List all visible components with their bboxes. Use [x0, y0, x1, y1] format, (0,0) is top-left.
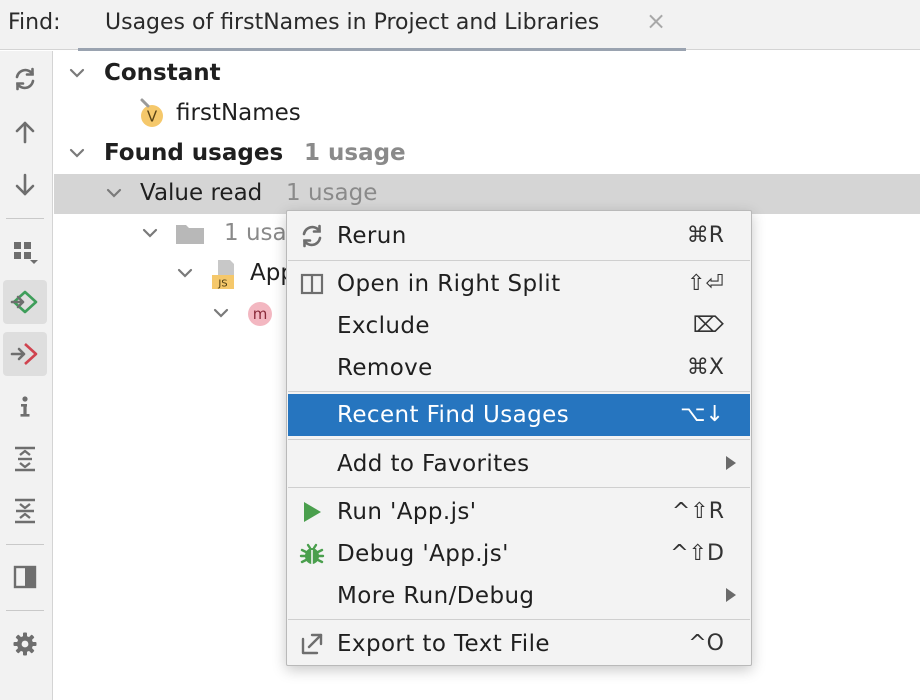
menu-item-recent-find-usages[interactable]: Recent Find Usages ⌥↓ — [288, 394, 750, 436]
menu-item-label: Export to Text File — [337, 631, 550, 657]
menu-item-export-to-text-file[interactable]: Export to Text File ^O — [288, 623, 750, 665]
constant-label: Constant — [104, 60, 221, 86]
variable-name: firstNames — [176, 100, 301, 126]
find-tool-window-header: Find: Usages of firstNames in Project an… — [0, 0, 920, 51]
write-access-icon — [10, 343, 38, 365]
previous-occurrence-button[interactable] — [3, 110, 47, 154]
refresh-icon — [302, 224, 322, 248]
chevron-down-icon[interactable] — [67, 63, 87, 83]
rerun-button[interactable] — [3, 57, 47, 101]
collapse-all-icon — [15, 498, 35, 524]
menu-item-label: Run 'App.js' — [337, 499, 477, 525]
show-write-access-button[interactable] — [3, 332, 47, 376]
method-icon: m — [248, 302, 272, 326]
chevron-down-icon[interactable] — [67, 143, 87, 163]
close-icon[interactable]: × — [646, 7, 666, 35]
submenu-arrow-icon — [726, 588, 736, 602]
group-by-icon — [14, 242, 38, 264]
gear-icon — [13, 632, 37, 656]
menu-separator — [288, 619, 750, 620]
tree-node-constant[interactable]: Constant — [54, 54, 920, 94]
settings-button[interactable] — [3, 622, 47, 666]
menu-separator — [288, 391, 750, 392]
menu-item-more-run-debug[interactable]: More Run/Debug — [288, 575, 750, 617]
menu-item-label: Recent Find Usages — [337, 402, 570, 428]
folder-usage-count: 1 usa — [224, 220, 287, 246]
export-icon — [301, 633, 323, 655]
menu-item-label: More Run/Debug — [337, 583, 535, 609]
chevron-down-icon[interactable] — [104, 183, 124, 203]
next-occurrence-button[interactable] — [3, 163, 47, 207]
menu-item-shortcut: ⌘R — [686, 223, 724, 248]
menu-item-shortcut: ^⇧D — [670, 541, 724, 566]
menu-item-shortcut: ^⇧R — [671, 499, 724, 524]
submenu-arrow-icon — [726, 456, 736, 470]
menu-item-shortcut: ⌘X — [686, 355, 724, 380]
tab-title: Usages of firstNames in Project and Libr… — [105, 10, 600, 35]
menu-item-open-in-right-split[interactable]: Open in Right Split ⇧⏎ — [288, 263, 750, 305]
menu-item-remove[interactable]: Remove ⌘X — [288, 347, 750, 389]
arrow-up-icon — [15, 121, 35, 144]
svg-text:JS: JS — [217, 279, 227, 290]
tree-node-variable[interactable]: V firstNames — [54, 94, 920, 134]
menu-item-label: Exclude — [337, 313, 430, 339]
menu-item-label: Remove — [337, 355, 433, 381]
menu-item-label: Open in Right Split — [337, 271, 561, 297]
preview-panel-icon — [13, 565, 37, 589]
group-by-button[interactable] — [3, 230, 47, 274]
tab-find-usages[interactable]: Usages of firstNames in Project and Libr… — [78, 0, 686, 51]
menu-separator — [288, 260, 750, 261]
show-read-access-button[interactable] — [3, 280, 47, 324]
expand-all-icon — [15, 446, 35, 472]
menu-separator — [288, 439, 750, 440]
arrow-down-icon — [15, 173, 35, 196]
menu-item-exclude[interactable]: Exclude ⌦ — [288, 305, 750, 347]
preview-button[interactable] — [3, 555, 47, 599]
tree-node-found-usages[interactable]: Found usages 1 usage — [54, 134, 920, 174]
collapse-all-button[interactable] — [3, 489, 47, 533]
found-usages-count: 1 usage — [304, 140, 406, 166]
value-read-label: Value read — [140, 180, 263, 206]
read-access-icon — [10, 290, 38, 314]
context-menu: Rerun ⌘R Open in Right Split ⇧⏎ Exclude … — [286, 210, 752, 666]
menu-item-add-to-favorites[interactable]: Add to Favorites — [288, 443, 750, 485]
variable-icon: V — [140, 98, 163, 127]
javascript-file-icon: JS — [212, 260, 234, 290]
toolbar-separator — [6, 218, 44, 219]
chevron-down-icon[interactable] — [175, 263, 195, 283]
find-label: Find: — [8, 10, 61, 35]
folder-icon — [176, 225, 204, 244]
menu-item-shortcut: ^O — [688, 631, 724, 656]
menu-item-label: Add to Favorites — [337, 451, 530, 477]
chevron-down-icon[interactable] — [140, 223, 160, 243]
menu-item-run[interactable]: Run 'App.js' ^⇧R — [288, 491, 750, 533]
menu-item-shortcut: ⌦ — [692, 313, 724, 338]
left-toolbar — [0, 51, 53, 700]
svg-text:m: m — [253, 305, 268, 323]
info-button[interactable] — [3, 385, 47, 429]
chevron-down-icon[interactable] — [211, 303, 231, 323]
toolbar-separator — [6, 610, 44, 611]
split-icon — [300, 273, 324, 295]
tree-node-value-read[interactable]: Value read 1 usage — [54, 174, 920, 214]
menu-item-label: Debug 'App.js' — [337, 541, 509, 567]
expand-all-button[interactable] — [3, 437, 47, 481]
menu-separator — [288, 487, 750, 488]
menu-item-debug[interactable]: Debug 'App.js' ^⇧D — [288, 533, 750, 575]
toolbar-separator — [6, 544, 44, 545]
debug-icon — [299, 543, 325, 564]
value-read-count: 1 usage — [286, 180, 378, 206]
found-usages-label: Found usages — [104, 140, 284, 166]
refresh-icon — [15, 67, 35, 91]
svg-text:V: V — [147, 108, 158, 126]
info-icon — [20, 396, 30, 417]
menu-item-shortcut: ⇧⏎ — [687, 271, 724, 296]
menu-item-shortcut: ⌥↓ — [680, 402, 724, 427]
run-icon — [304, 502, 321, 522]
menu-item-label: Rerun — [337, 223, 407, 249]
menu-item-rerun[interactable]: Rerun ⌘R — [288, 215, 750, 257]
